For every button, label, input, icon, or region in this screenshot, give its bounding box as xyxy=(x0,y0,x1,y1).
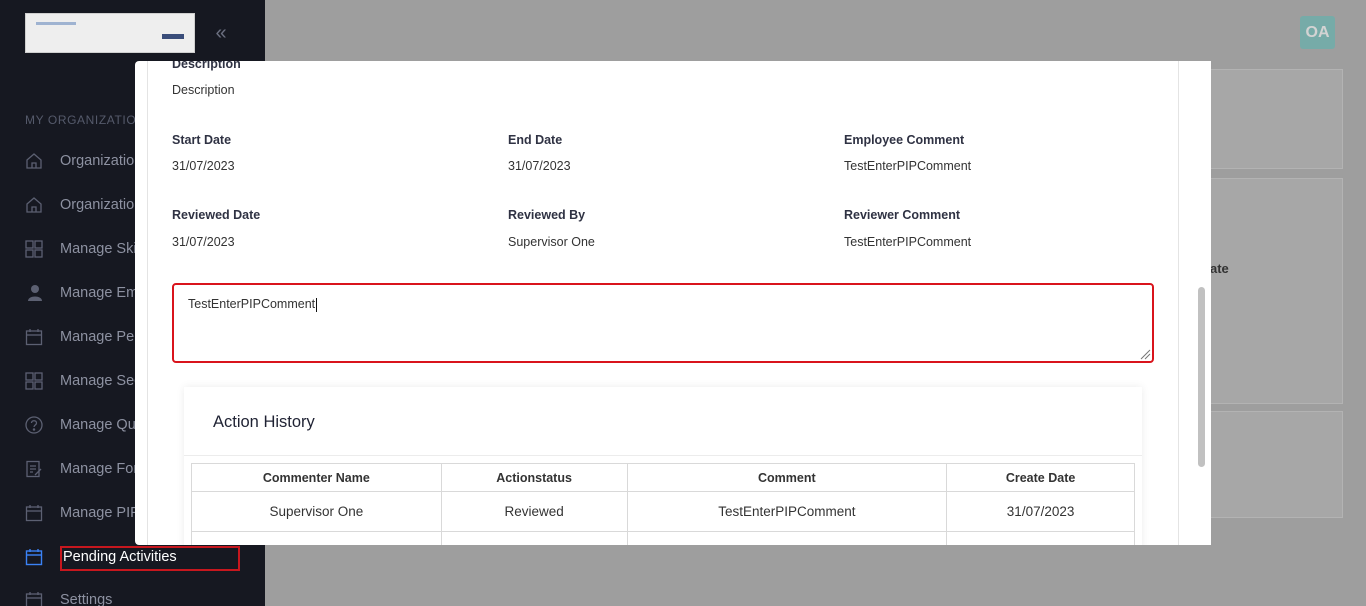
column-header-comment[interactable]: Comment xyxy=(626,463,948,492)
home-icon xyxy=(25,152,43,170)
question-icon xyxy=(25,416,43,434)
calendar-icon xyxy=(25,328,43,346)
sidebar-item-label: Settings xyxy=(60,592,113,606)
end-date-value: 31/07/2023 xyxy=(508,159,571,173)
action-history-table: Commenter Name Actionstatus Comment Crea… xyxy=(191,463,1135,545)
divider xyxy=(184,455,1142,456)
background-card-3 xyxy=(1205,411,1343,518)
cell-comment xyxy=(626,531,948,545)
user-avatar[interactable]: OA xyxy=(1300,16,1335,49)
employee-comment-label: Employee Comment xyxy=(844,133,965,147)
comment-textarea[interactable]: TestEnterPIPComment xyxy=(172,283,1154,363)
reviewed-by-value: Supervisor One xyxy=(508,235,595,249)
text-cursor xyxy=(316,297,318,312)
active-item-highlight xyxy=(60,546,240,571)
cell-create-date xyxy=(946,531,1135,545)
employee-comment-value: TestEnterPIPComment xyxy=(844,159,972,173)
calendar-icon xyxy=(25,504,43,522)
pip-detail-modal: Description Description Start Date 31/07… xyxy=(135,61,1211,545)
grid-icon xyxy=(25,372,43,390)
background-card-1 xyxy=(1205,69,1343,169)
reviewer-comment-value: TestEnterPIPComment xyxy=(844,235,972,249)
action-history-title: Action History xyxy=(213,413,315,431)
scrollbar-thumb[interactable] xyxy=(1198,287,1205,467)
column-header-create-date[interactable]: Create Date xyxy=(946,463,1135,492)
cell-comment: TestEnterPIPComment xyxy=(626,491,948,532)
table-row xyxy=(191,531,1135,545)
calendar-icon xyxy=(25,591,43,606)
cell-actionstatus xyxy=(440,531,628,545)
calendar-icon xyxy=(25,548,43,566)
start-date-label: Start Date xyxy=(172,133,232,147)
user-icon xyxy=(25,284,43,302)
action-history-card: Action History Commenter Name Actionstat… xyxy=(184,387,1142,545)
cell-commenter-name: Supervisor One xyxy=(191,491,442,532)
cell-commenter-name xyxy=(191,531,442,545)
reviewer-comment-label: Reviewer Comment xyxy=(844,208,961,222)
description-value: Description xyxy=(172,83,235,97)
form-icon xyxy=(25,460,43,478)
end-date-label: End Date xyxy=(508,133,563,147)
sidebar-item-label: Organization xyxy=(60,197,143,213)
table-row: Supervisor One Reviewed TestEnterPIPComm… xyxy=(191,491,1135,532)
sidebar-item-label: Organization xyxy=(60,153,143,169)
comment-text: TestEnterPIPComment xyxy=(188,297,316,311)
grid-icon xyxy=(25,240,43,258)
sidebar-item-settings[interactable]: Settings xyxy=(25,587,255,606)
sidebar-section-title: MY ORGANIZATION xyxy=(25,113,146,127)
reviewed-by-label: Reviewed By xyxy=(508,208,586,222)
resize-grip-icon[interactable] xyxy=(1139,348,1151,360)
reviewed-date-label: Reviewed Date xyxy=(172,208,261,222)
home-icon xyxy=(25,196,43,214)
sidebar-item-label: Manage PIP xyxy=(60,505,140,521)
background-column-fragment: ate xyxy=(1210,261,1229,276)
table-header-row: Commenter Name Actionstatus Comment Crea… xyxy=(191,463,1135,492)
reviewed-date-value: 31/07/2023 xyxy=(172,235,235,249)
cell-create-date: 31/07/2023 xyxy=(946,491,1135,532)
collapse-sidebar-icon[interactable]: « xyxy=(208,22,234,44)
column-header-actionstatus[interactable]: Actionstatus xyxy=(440,463,628,492)
start-date-value: 31/07/2023 xyxy=(172,159,235,173)
modal-scrollbar[interactable] xyxy=(1196,61,1211,545)
company-logo[interactable] xyxy=(25,13,195,53)
description-label: Description xyxy=(172,61,241,71)
cell-actionstatus: Reviewed xyxy=(440,491,628,532)
background-card-2 xyxy=(1205,178,1343,404)
column-header-commenter-name[interactable]: Commenter Name xyxy=(191,463,442,492)
